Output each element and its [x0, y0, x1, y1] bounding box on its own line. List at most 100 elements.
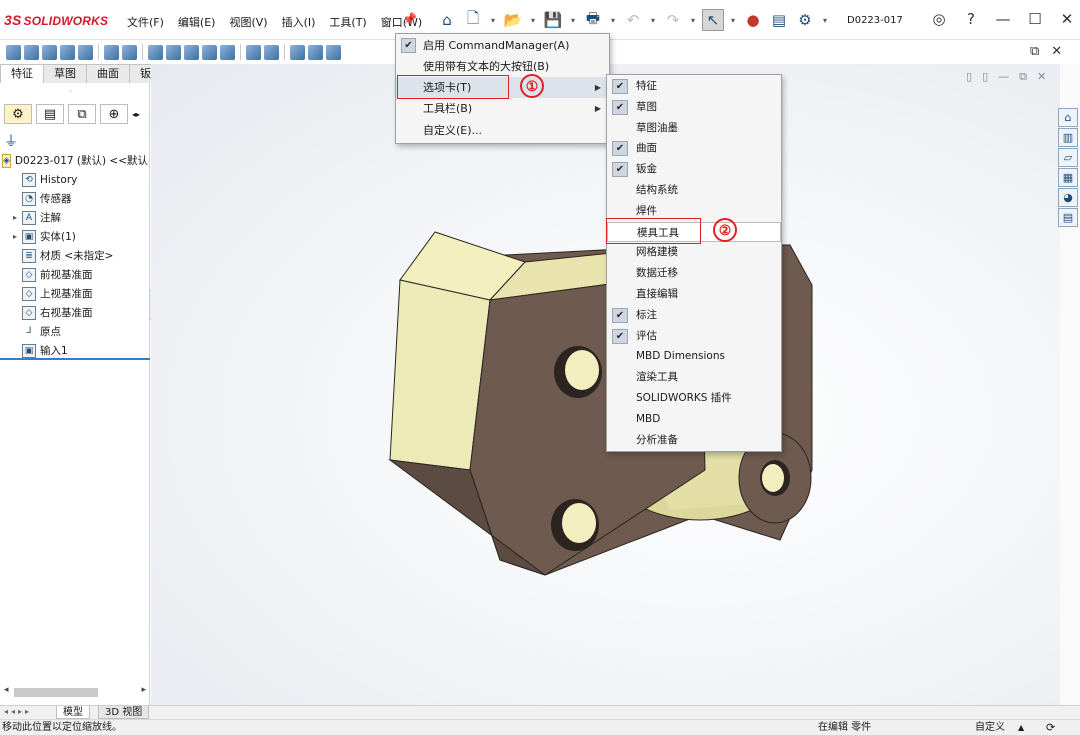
tree-node-origin[interactable]: ⅃ 原点: [2, 322, 148, 341]
lofted-cut-icon[interactable]: [184, 44, 199, 60]
scroll-left-icon[interactable]: ◂: [4, 685, 9, 695]
extrude-cut-icon[interactable]: [104, 44, 119, 60]
view-close-icon[interactable]: ✕: [1037, 70, 1046, 84]
menu-edit[interactable]: 编辑(E): [171, 14, 223, 30]
submenu-item-render-tools[interactable]: 渲染工具: [607, 367, 781, 388]
submenu-item-mbd-dimensions[interactable]: MBD Dimensions: [607, 346, 781, 367]
restore-icon[interactable]: ⧉: [1030, 44, 1039, 59]
configuration-manager-tab-icon[interactable]: ⧉: [68, 104, 96, 124]
tree-node-right-plane[interactable]: ◇ 右视基准面: [2, 303, 148, 322]
view-palette-icon[interactable]: ▦: [1058, 168, 1078, 187]
rebuild-traffic-light-icon[interactable]: ●: [742, 9, 764, 31]
submenu-item-sketch-ink[interactable]: 草图油墨: [607, 118, 781, 139]
tree-root[interactable]: ◈ D0223-017 (默认) <<默认: [2, 151, 148, 170]
expand-arrow-icon[interactable]: ▸: [8, 213, 22, 222]
print-icon[interactable]: 🖶: [582, 9, 604, 31]
options-gear-icon[interactable]: ⚙: [794, 9, 816, 31]
submenu-item-features[interactable]: ✔ 特征: [607, 76, 781, 97]
open-dropdown-icon[interactable]: ▾: [528, 9, 538, 31]
menu-item-large-buttons[interactable]: 使用带有文本的大按钮(B): [396, 56, 609, 77]
submenu-item-evaluate[interactable]: ✔ 评估: [607, 326, 781, 347]
file-properties-icon[interactable]: ▤: [768, 9, 790, 31]
select-dropdown-icon[interactable]: ▾: [728, 9, 738, 31]
menu-item-toolbars[interactable]: 工具栏(B) ▶: [396, 98, 609, 119]
tree-node-history[interactable]: ⟲ History: [2, 170, 148, 189]
view-restore-icon[interactable]: ⧉: [1019, 70, 1027, 84]
tab-model[interactable]: 模型: [56, 706, 90, 719]
scrollbar-thumb[interactable]: [14, 688, 98, 697]
extrude-boss-icon[interactable]: [6, 44, 21, 60]
open-icon[interactable]: 📂: [502, 9, 524, 31]
submenu-item-surfaces[interactable]: ✔ 曲面: [607, 138, 781, 159]
new-dropdown-icon[interactable]: ▾: [488, 9, 498, 31]
submenu-item-mbd[interactable]: MBD: [607, 409, 781, 430]
submenu-item-analysis-preparation[interactable]: 分析准备: [607, 430, 781, 451]
revolve-cut-icon[interactable]: [148, 44, 163, 60]
close-document-icon[interactable]: ✕: [1051, 44, 1062, 59]
tree-node-front-plane[interactable]: ◇ 前视基准面: [2, 265, 148, 284]
loft-boss-icon[interactable]: [60, 44, 75, 60]
tab-features[interactable]: 特征: [0, 64, 44, 83]
tree-node-solid-bodies[interactable]: ▸ ▣ 实体(1): [2, 227, 148, 246]
menu-item-customize[interactable]: 自定义(E)...: [396, 120, 609, 141]
feature-manager-tab-icon[interactable]: ⚙: [4, 104, 32, 124]
appearances-icon[interactable]: ◕: [1058, 188, 1078, 207]
user-account-icon[interactable]: ◎: [928, 10, 950, 28]
menu-insert[interactable]: 插入(I): [275, 14, 323, 30]
panel-tabs-scroll-icon[interactable]: ◂▸: [132, 110, 140, 119]
minimize-icon[interactable]: —: [992, 10, 1014, 28]
units-dropdown-icon[interactable]: ▲: [1018, 720, 1024, 735]
hole-wizard-icon[interactable]: [122, 44, 137, 60]
solidworks-resources-icon[interactable]: ⌂: [1058, 108, 1078, 127]
submenu-item-direct-editing[interactable]: 直接编辑: [607, 284, 781, 305]
tile-view-icon[interactable]: ▯: [966, 70, 972, 84]
tree-node-sensors[interactable]: ◔ 传感器: [2, 189, 148, 208]
menu-tools[interactable]: 工具(T): [322, 14, 373, 30]
revolve-boss-icon[interactable]: [24, 44, 39, 60]
sweep-boss-icon[interactable]: [42, 44, 57, 60]
options-dropdown-icon[interactable]: ▾: [820, 9, 830, 31]
home-icon[interactable]: ⌂: [436, 9, 458, 31]
submenu-item-structure-system[interactable]: 结构系统: [607, 180, 781, 201]
tab-surfaces[interactable]: 曲面: [86, 64, 130, 83]
fillet-icon[interactable]: [220, 44, 235, 60]
help-icon[interactable]: ?: [960, 10, 982, 28]
scroll-right-icon[interactable]: ▸: [141, 685, 146, 695]
rebuild-status-icon[interactable]: ⟳: [1046, 720, 1055, 735]
custom-properties-icon[interactable]: ▤: [1058, 208, 1078, 227]
rib-icon[interactable]: [264, 44, 279, 60]
expand-arrow-icon[interactable]: ▸: [8, 232, 22, 241]
dim-xpert-tab-icon[interactable]: ⊕: [100, 104, 128, 124]
filter-icon[interactable]: ⏚: [4, 131, 18, 151]
linear-pattern-icon[interactable]: [246, 44, 261, 60]
undo-dropdown-icon[interactable]: ▾: [648, 9, 658, 31]
split-view-icon[interactable]: ▯: [982, 70, 988, 84]
tree-node-material[interactable]: ≣ 材质 <未指定>: [2, 246, 148, 265]
close-icon[interactable]: ✕: [1056, 10, 1078, 28]
maximize-icon[interactable]: ☐: [1024, 10, 1046, 28]
file-explorer-icon[interactable]: ▱: [1058, 148, 1078, 167]
boundary-cut-icon[interactable]: [202, 44, 217, 60]
submenu-item-mesh-modeling[interactable]: 网格建模: [607, 242, 781, 263]
undo-icon[interactable]: ↶: [622, 9, 644, 31]
swept-cut-icon[interactable]: [166, 44, 181, 60]
panel-horizontal-scrollbar[interactable]: ◂ ▸: [4, 685, 146, 699]
boundary-boss-icon[interactable]: [78, 44, 93, 60]
shell-icon[interactable]: [308, 44, 323, 60]
solidworks-logo[interactable]: 3S SOLIDWORKS: [4, 12, 108, 28]
menu-view[interactable]: 视图(V): [222, 14, 274, 30]
redo-dropdown-icon[interactable]: ▾: [688, 9, 698, 31]
tree-node-top-plane[interactable]: ◇ 上视基准面: [2, 284, 148, 303]
new-document-icon[interactable]: 🗋: [462, 9, 484, 31]
tree-node-annotations[interactable]: ▸ A 注解: [2, 208, 148, 227]
tab-3d-views[interactable]: 3D 视图: [98, 706, 150, 719]
menu-item-enable-commandmanager[interactable]: ✔ 启用 CommandManager(A): [396, 35, 609, 56]
panel-grip-icon[interactable]: ◦: [68, 87, 73, 96]
draft-icon[interactable]: [290, 44, 305, 60]
tab-sketch[interactable]: 草图: [43, 64, 87, 83]
tab-navigation-arrows-icon[interactable]: ◂◂▸▸: [4, 707, 32, 716]
submenu-item-markup[interactable]: ✔ 标注: [607, 305, 781, 326]
redo-icon[interactable]: ↷: [662, 9, 684, 31]
save-icon[interactable]: 💾: [542, 9, 564, 31]
status-units[interactable]: 自定义: [975, 720, 1005, 735]
